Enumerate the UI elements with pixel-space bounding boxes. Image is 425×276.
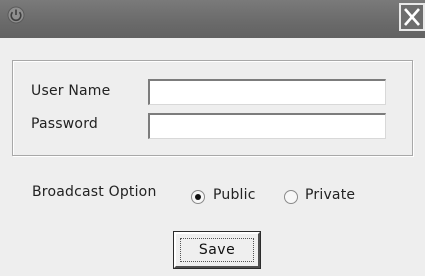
password-label: Password [31,116,98,132]
username-label: User Name [31,83,111,99]
close-button[interactable] [399,3,425,31]
save-button-label: Save [198,242,236,258]
broadcast-option-label: Broadcast Option [32,184,157,200]
password-field[interactable] [148,113,386,139]
radio-public-button[interactable] [191,190,205,204]
dialog-body: User Name Password Broadcast Option Publ… [0,38,425,276]
dialog-window: User Name Password Broadcast Option Publ… [0,0,425,276]
radio-public-label[interactable]: Public [213,187,256,203]
close-x-icon [404,8,420,26]
radio-private-label[interactable]: Private [305,187,355,203]
credentials-group: User Name Password [12,60,413,156]
radio-private-button[interactable] [284,190,298,204]
radio-selected-dot [195,194,201,200]
save-button[interactable]: Save [174,232,260,268]
title-bar[interactable] [0,0,425,38]
app-power-icon [7,6,25,24]
username-field[interactable] [148,79,386,105]
